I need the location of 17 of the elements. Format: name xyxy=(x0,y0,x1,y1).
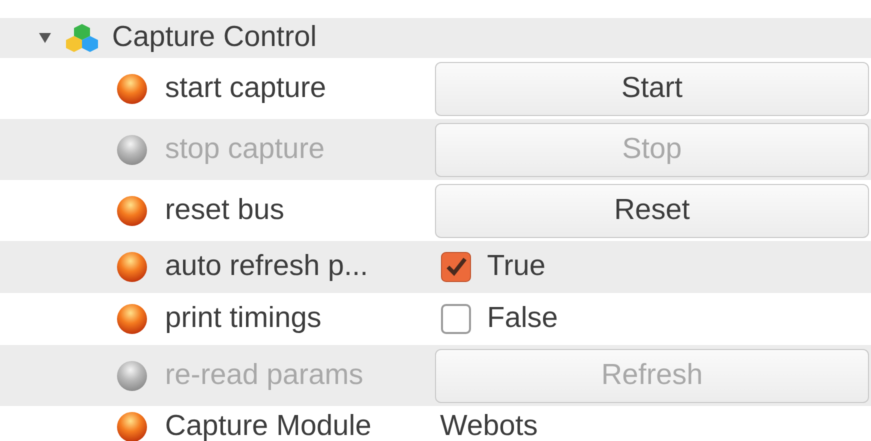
expand-arrow-icon[interactable] xyxy=(38,32,52,44)
property-label: re-read params xyxy=(165,358,364,393)
property-label: stop capture xyxy=(165,132,325,167)
property-label: reset bus xyxy=(165,192,284,228)
property-label: print timings xyxy=(165,301,322,336)
property-value: Webots xyxy=(439,410,538,441)
property-label: auto refresh p... xyxy=(165,249,368,284)
checkbox[interactable] xyxy=(441,304,471,334)
property-label: Capture Module xyxy=(165,408,372,441)
checkbox-label: False xyxy=(487,301,558,336)
checkbox-label: True xyxy=(487,249,546,284)
group-title: Capture Control xyxy=(112,20,317,56)
property-label: start capture xyxy=(165,70,326,106)
action-button[interactable]: Start xyxy=(435,62,869,116)
action-button[interactable]: Reset xyxy=(435,184,869,238)
checkbox[interactable] xyxy=(441,252,471,282)
colored-blocks-icon xyxy=(64,22,100,54)
